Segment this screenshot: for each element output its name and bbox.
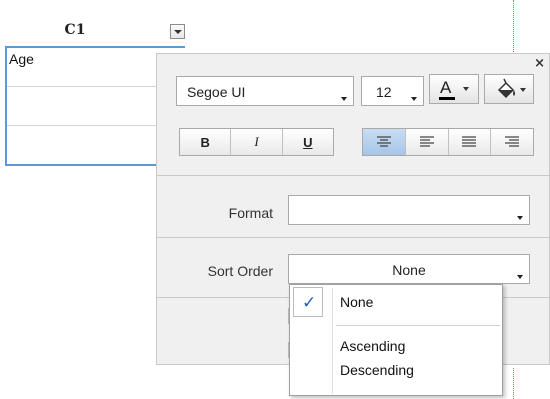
menu-item-ascending[interactable]: Ascending <box>292 333 500 359</box>
align-justify-icon <box>462 136 477 147</box>
page-break-guide-lower <box>513 368 514 399</box>
alignment-group <box>362 128 534 156</box>
format-label: Format <box>228 205 273 221</box>
checkmark-icon: ✓ <box>293 287 323 317</box>
font-size-dropdown[interactable]: 12 <box>361 76 424 106</box>
align-center-button[interactable] <box>363 129 406 155</box>
sort-order-dropdown[interactable]: None <box>288 254 530 284</box>
column-title: C1 <box>64 22 86 38</box>
font-name-value: Segoe UI <box>187 84 246 100</box>
column-filter-dropdown-button[interactable] <box>170 24 185 39</box>
align-center-icon <box>376 136 391 147</box>
divider <box>157 237 550 238</box>
font-color-swatch <box>439 97 455 100</box>
font-color-icon: A <box>440 78 452 97</box>
align-left-button[interactable] <box>406 129 449 155</box>
chevron-down-icon <box>463 87 469 91</box>
page-break-guide <box>513 0 514 60</box>
chevron-down-icon <box>411 97 417 101</box>
screen: C1 Age × Segoe UI 12 A B I U Format Sort… <box>0 0 550 399</box>
chevron-down-icon <box>517 275 523 279</box>
format-dropdown[interactable] <box>288 195 530 225</box>
align-right-button[interactable] <box>491 129 533 155</box>
italic-button[interactable]: I <box>231 129 283 155</box>
align-left-icon <box>419 136 434 147</box>
align-right-icon <box>505 136 520 147</box>
chevron-down-icon <box>341 97 347 101</box>
paint-bucket-icon <box>497 78 526 99</box>
divider <box>157 175 550 176</box>
column-header[interactable]: C1 <box>5 16 185 44</box>
align-justify-button[interactable] <box>449 129 492 155</box>
font-color-button[interactable]: A <box>429 74 479 104</box>
chevron-down-icon <box>517 216 523 220</box>
menu-item-none[interactable]: ✓ None <box>292 287 500 317</box>
bold-button[interactable]: B <box>180 129 232 155</box>
close-icon[interactable]: × <box>534 56 545 71</box>
sort-order-value: None <box>392 262 426 278</box>
sort-order-menu: ✓ None Ascending Descending <box>289 284 503 396</box>
font-size-value: 12 <box>376 84 392 100</box>
menu-item-descending[interactable]: Descending <box>292 357 500 383</box>
text-style-group: B I U <box>179 128 334 156</box>
sort-order-label: Sort Order <box>207 263 273 279</box>
fill-color-button[interactable] <box>484 74 534 104</box>
underline-button[interactable]: U <box>283 129 333 155</box>
menu-separator <box>336 325 500 326</box>
font-name-dropdown[interactable]: Segoe UI <box>176 76 354 106</box>
